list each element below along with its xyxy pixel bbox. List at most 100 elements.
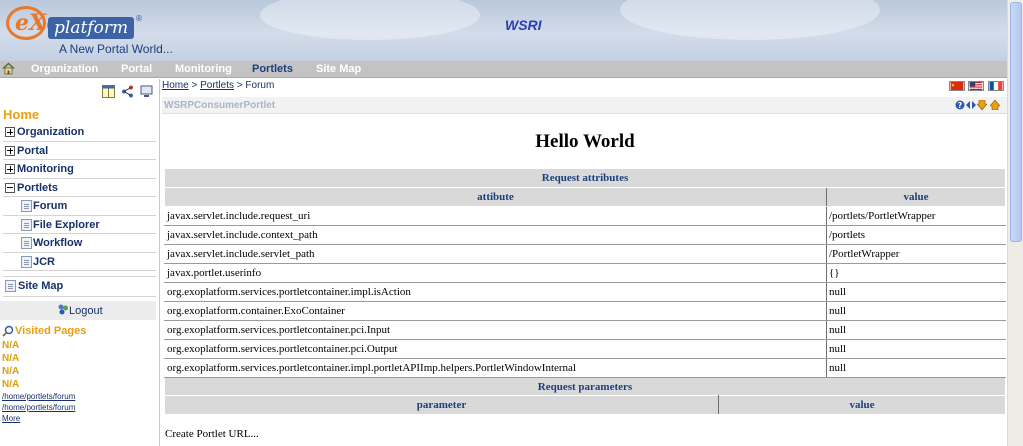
expand-icon[interactable] bbox=[5, 127, 15, 137]
nav-monitoring[interactable]: Monitoring bbox=[175, 62, 232, 77]
visited-link[interactable]: /home/portlets/forum bbox=[2, 402, 157, 413]
visited-link[interactable]: /home/portlets/forum bbox=[2, 391, 157, 402]
sidebar-item-label[interactable]: Organization bbox=[17, 126, 84, 138]
header-cloud bbox=[620, 0, 880, 40]
attribute-value: null bbox=[826, 339, 1006, 359]
table-row: org.exoplatform.services.portletcontaine… bbox=[164, 282, 1006, 302]
sidebar-item-label[interactable]: Workflow bbox=[33, 237, 82, 249]
registered-mark: ® bbox=[135, 14, 143, 23]
attribute-value: /PortletWrapper bbox=[826, 244, 1006, 264]
table-row: org.exoplatform.services.portletcontaine… bbox=[164, 339, 1006, 359]
sidebar-item-label[interactable]: JCR bbox=[33, 256, 55, 268]
cn-flag-icon[interactable] bbox=[949, 81, 965, 91]
portal-title: WSRI bbox=[505, 17, 542, 33]
visited-item: N/A bbox=[2, 366, 20, 377]
scrollbar-thumb[interactable] bbox=[1010, 2, 1022, 242]
attribute-name: org.exoplatform.container.ExoContainer bbox=[164, 301, 827, 321]
table-row: org.exoplatform.container.ExoContainer n… bbox=[164, 301, 1006, 321]
nav-portlets[interactable]: Portlets bbox=[252, 62, 293, 77]
table-header-row: parameter value bbox=[164, 395, 1006, 415]
visited-item: N/A bbox=[2, 353, 20, 364]
request-attributes-table: Request attributes attibute value javax.… bbox=[164, 168, 1006, 397]
header-cloud bbox=[260, 0, 480, 40]
attribute-value: null bbox=[826, 358, 1006, 378]
expand-icon[interactable] bbox=[5, 145, 15, 156]
attribute-name: org.exoplatform.services.portletcontaine… bbox=[164, 320, 827, 340]
sidebar-item-site-map[interactable]: Site Map bbox=[3, 276, 156, 297]
attribute-name: org.exoplatform.services.portletcontaine… bbox=[164, 282, 827, 302]
sidebar-item-file-explorer[interactable]: File Explorer bbox=[3, 216, 156, 234]
sidebar-item-label[interactable]: Monitoring bbox=[17, 163, 74, 175]
attribute-name: javax.servlet.include.context_path bbox=[164, 225, 827, 245]
visited-item: N/A bbox=[2, 379, 20, 390]
fr-flag-icon[interactable] bbox=[988, 81, 1004, 91]
table-header-row: attibute value bbox=[164, 187, 1006, 207]
collapse-icon[interactable] bbox=[5, 182, 15, 193]
exo-logo[interactable]: eXo platform ® A New Portal World... bbox=[6, 4, 176, 58]
column-header-value: value bbox=[718, 395, 1006, 415]
left-sidebar: Home Organization Portal Monitoring Port… bbox=[0, 79, 160, 446]
us-flag-icon[interactable] bbox=[968, 81, 984, 91]
attribute-value: /portlets/PortletWrapper bbox=[826, 206, 1006, 226]
nav-site-map[interactable]: Site Map bbox=[316, 62, 361, 77]
users-icon bbox=[58, 304, 68, 315]
attribute-value: null bbox=[826, 320, 1006, 340]
sidebar-item-portal[interactable]: Portal bbox=[3, 142, 156, 160]
request-parameters-table: parameter value bbox=[164, 395, 1006, 415]
table-caption-row: Request attributes bbox=[164, 168, 1006, 188]
share-icon[interactable] bbox=[121, 85, 134, 98]
breadcrumb: Home > Portlets > Forum bbox=[162, 80, 274, 91]
portlet-title: WSRPConsumerPortlet bbox=[164, 100, 276, 111]
attribute-name: org.exoplatform.services.portletcontaine… bbox=[164, 358, 827, 378]
help-icon[interactable]: ? bbox=[955, 100, 965, 110]
breadcrumb-separator: > bbox=[234, 80, 246, 91]
home-icon[interactable] bbox=[2, 62, 15, 75]
attribute-value: {} bbox=[826, 263, 1006, 283]
sidebar-home-title[interactable]: Home bbox=[3, 107, 39, 122]
sidebar-item-jcr[interactable]: JCR bbox=[3, 253, 156, 271]
table-row: javax.servlet.include.request_uri /portl… bbox=[164, 206, 1006, 226]
attribute-value: null bbox=[826, 282, 1006, 302]
attribute-name: javax.servlet.include.request_uri bbox=[164, 206, 827, 226]
nav-organization[interactable]: Organization bbox=[31, 62, 98, 77]
nav-portal[interactable]: Portal bbox=[121, 62, 152, 77]
expand-icon[interactable] bbox=[5, 164, 15, 174]
more-link[interactable]: More bbox=[2, 413, 157, 424]
column-header-attribute: attibute bbox=[164, 187, 827, 207]
sidebar-item-workflow[interactable]: Workflow bbox=[3, 234, 156, 253]
table-row: javax.servlet.include.servlet_path /Port… bbox=[164, 244, 1006, 264]
column-header-value: value bbox=[826, 187, 1006, 207]
sidebar-item-portlets[interactable]: Portlets bbox=[3, 179, 156, 197]
sidebar-item-forum[interactable]: Forum bbox=[3, 197, 156, 216]
attribute-name: javax.portlet.userinfo bbox=[164, 263, 827, 283]
sidebar-item-organization[interactable]: Organization bbox=[3, 123, 156, 142]
sidebar-item-label[interactable]: Portal bbox=[17, 145, 48, 157]
breadcrumb-home[interactable]: Home bbox=[162, 80, 189, 91]
visited-pages: Visited Pages N/A N/A N/A N/A /home/port… bbox=[2, 325, 157, 424]
sidebar-item-label[interactable]: Portlets bbox=[17, 182, 58, 194]
page-icon bbox=[21, 200, 32, 212]
create-portlet-url-text: Create Portlet URL... bbox=[165, 428, 259, 440]
vertical-scrollbar[interactable] bbox=[1007, 0, 1023, 446]
maximize-icon[interactable] bbox=[990, 100, 1000, 110]
layout-icon[interactable] bbox=[102, 85, 115, 98]
sidebar-menu: Organization Portal Monitoring Portlets … bbox=[3, 123, 156, 271]
portlet-heading: Hello World bbox=[535, 131, 635, 152]
logout-link[interactable]: Logout bbox=[69, 305, 103, 317]
sidebar-item-label[interactable]: Forum bbox=[33, 200, 67, 212]
sidebar-item-monitoring[interactable]: Monitoring bbox=[3, 160, 156, 179]
edit-mode-icon[interactable] bbox=[966, 100, 976, 110]
page-icon bbox=[5, 280, 16, 292]
column-header-parameter: parameter bbox=[164, 395, 719, 415]
portlet-titlebar: WSRPConsumerPortlet ? bbox=[162, 97, 1007, 114]
breadcrumb-portlets[interactable]: Portlets bbox=[200, 80, 234, 91]
table-row: javax.portlet.userinfo {} bbox=[164, 263, 1006, 283]
breadcrumb-separator: > bbox=[188, 80, 201, 91]
monitor-icon[interactable] bbox=[140, 85, 153, 98]
sidebar-item-label[interactable]: Site Map bbox=[18, 280, 63, 292]
table-row: org.exoplatform.services.portletcontaine… bbox=[164, 358, 1006, 378]
minimize-icon[interactable] bbox=[977, 100, 987, 110]
sidebar-item-label[interactable]: File Explorer bbox=[33, 219, 100, 231]
top-navigation: Organization Portal Monitoring Portlets … bbox=[0, 61, 1007, 78]
page-icon bbox=[21, 218, 32, 231]
